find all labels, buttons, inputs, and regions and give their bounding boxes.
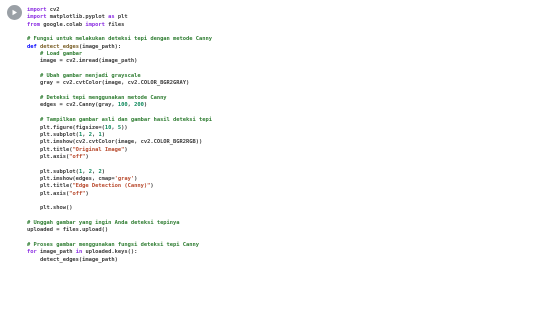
- code-token: ): [101, 168, 105, 175]
- code-line: plt.figure(figsize=(10, 5)): [27, 125, 557, 132]
- code-token: plt.subplot(: [27, 168, 79, 175]
- code-token: for: [27, 249, 37, 256]
- code-line: plt.subplot(1, 2, 2): [27, 169, 557, 176]
- code-token: uploaded = files.upload(): [27, 227, 109, 234]
- code-token: )): [121, 124, 128, 131]
- code-line: image = cv2.imread(image_path): [27, 58, 557, 65]
- code-line: # Unggah gambar yang ingin Anda deteksi …: [27, 220, 557, 227]
- code-token: # Unggah gambar yang ingin Anda deteksi …: [27, 219, 180, 226]
- code-token: plt.imshow(cv2.cvtColor(image, cv2.COLOR…: [27, 139, 203, 146]
- code-line: plt.axis("off"): [27, 191, 557, 198]
- code-line: for image_path in uploaded.keys():: [27, 249, 557, 256]
- code-line: from google.colab import files: [27, 22, 557, 29]
- code-token: gray = cv2.cvtColor(image, cv2.COLOR_BGR…: [27, 80, 190, 87]
- code-line: def detect_edges(image_path):: [27, 44, 557, 51]
- code-token: 200: [134, 102, 144, 109]
- code-line: uploaded = files.upload(): [27, 227, 557, 234]
- code-token: def: [27, 43, 37, 50]
- code-line: gray = cv2.cvtColor(image, cv2.COLOR_BGR…: [27, 80, 557, 87]
- play-icon: [12, 9, 17, 16]
- code-token: uploaded.keys():: [82, 249, 138, 256]
- code-token: ): [143, 102, 148, 109]
- code-token: plt.imshow(edges, cmap=: [27, 175, 115, 182]
- code-token: "Edge Detection (Canny)": [72, 183, 151, 190]
- code-line: # Fungsi untuk melakukan deteksi tepi de…: [27, 36, 557, 43]
- code-line: plt.imshow(edges, cmap='gray'): [27, 176, 557, 183]
- code-token: detect_edges(image_path): [27, 256, 118, 263]
- code-token: # Ubah gambar menjadi grayscale: [39, 73, 141, 80]
- code-line: plt.subplot(1, 2, 1): [27, 132, 557, 139]
- code-token: edges = cv2.Canny(gray,: [27, 102, 118, 109]
- code-token: cv2: [46, 7, 60, 13]
- code-line: plt.imshow(cv2.cvtColor(image, cv2.COLOR…: [27, 139, 557, 146]
- code-token: plt.figure(figsize=(: [27, 124, 105, 131]
- code-line: # Ubah gambar menjadi grayscale: [27, 73, 557, 80]
- code-line: import cv2: [27, 7, 557, 14]
- code-token: plt.title(: [27, 183, 73, 190]
- code-line: plt.title("Edge Detection (Canny)"): [27, 183, 557, 190]
- code-token: # Deteksi tepi menggunakan metode Canny: [39, 95, 167, 102]
- code-token: "off": [69, 190, 86, 197]
- code-token: ): [124, 146, 128, 153]
- code-token: import: [27, 14, 47, 21]
- code-token: # Tampilkan gambar asli dan gambar hasil…: [39, 117, 212, 124]
- code-token: from: [27, 21, 40, 28]
- code-token: google.colab: [39, 21, 86, 28]
- code-token: plt.show(): [27, 205, 73, 212]
- code-line: plt.axis("off"): [27, 154, 557, 161]
- code-line: # Load gambar: [27, 51, 557, 58]
- code-token: ): [150, 183, 154, 190]
- code-token: plt.axis(: [27, 153, 70, 160]
- code-line: plt.title("Original Image"): [27, 147, 557, 154]
- code-token: files: [104, 21, 125, 28]
- code-token: "off": [69, 153, 86, 160]
- code-token: import: [85, 21, 105, 28]
- code-token: plt.axis(: [27, 190, 70, 197]
- code-token: # Fungsi untuk melakukan deteksi tepi de…: [27, 36, 212, 43]
- code-line: detect_edges(image_path): [27, 257, 557, 264]
- code-cell[interactable]: import cv2 import matplotlib.pyplot as pl…: [0, 0, 560, 333]
- code-token: detect_edges: [40, 43, 79, 50]
- code-token: # Proses gambar menggunakan fungsi detek…: [27, 242, 200, 248]
- code-token: image_path: [36, 249, 76, 256]
- code-token: (image_path):: [78, 43, 122, 50]
- code-line: # Tampilkan gambar asli dan gambar hasil…: [27, 117, 557, 124]
- code-line: plt.show(): [27, 205, 557, 212]
- code-token: import: [27, 7, 47, 13]
- code-token: ): [134, 175, 138, 182]
- code-editor[interactable]: import cv2 import matplotlib.pyplot as pl…: [27, 7, 557, 329]
- code-line: # Deteksi tepi menggunakan metode Canny: [27, 95, 557, 102]
- code-token: ): [85, 153, 89, 160]
- code-token: plt: [114, 14, 128, 21]
- code-token: 100: [117, 102, 128, 109]
- code-token: # Load gambar: [39, 51, 83, 58]
- code-token: 'gray': [114, 175, 135, 182]
- code-token: matplotlib.pyplot: [46, 14, 109, 21]
- code-token: plt.title(: [27, 146, 73, 153]
- code-token: ): [85, 190, 89, 197]
- code-line: edges = cv2.Canny(gray, 100, 200): [27, 102, 557, 109]
- code-line: # Proses gambar menggunakan fungsi detek…: [27, 242, 557, 249]
- code-token: image = cv2.imread(image_path): [27, 58, 138, 65]
- run-cell-button[interactable]: [7, 5, 22, 20]
- code-token: ): [101, 131, 105, 138]
- code-token: plt.subplot(: [27, 131, 79, 138]
- code-line: import matplotlib.pyplot as plt: [27, 14, 557, 21]
- code-token: "Original Image": [72, 146, 125, 153]
